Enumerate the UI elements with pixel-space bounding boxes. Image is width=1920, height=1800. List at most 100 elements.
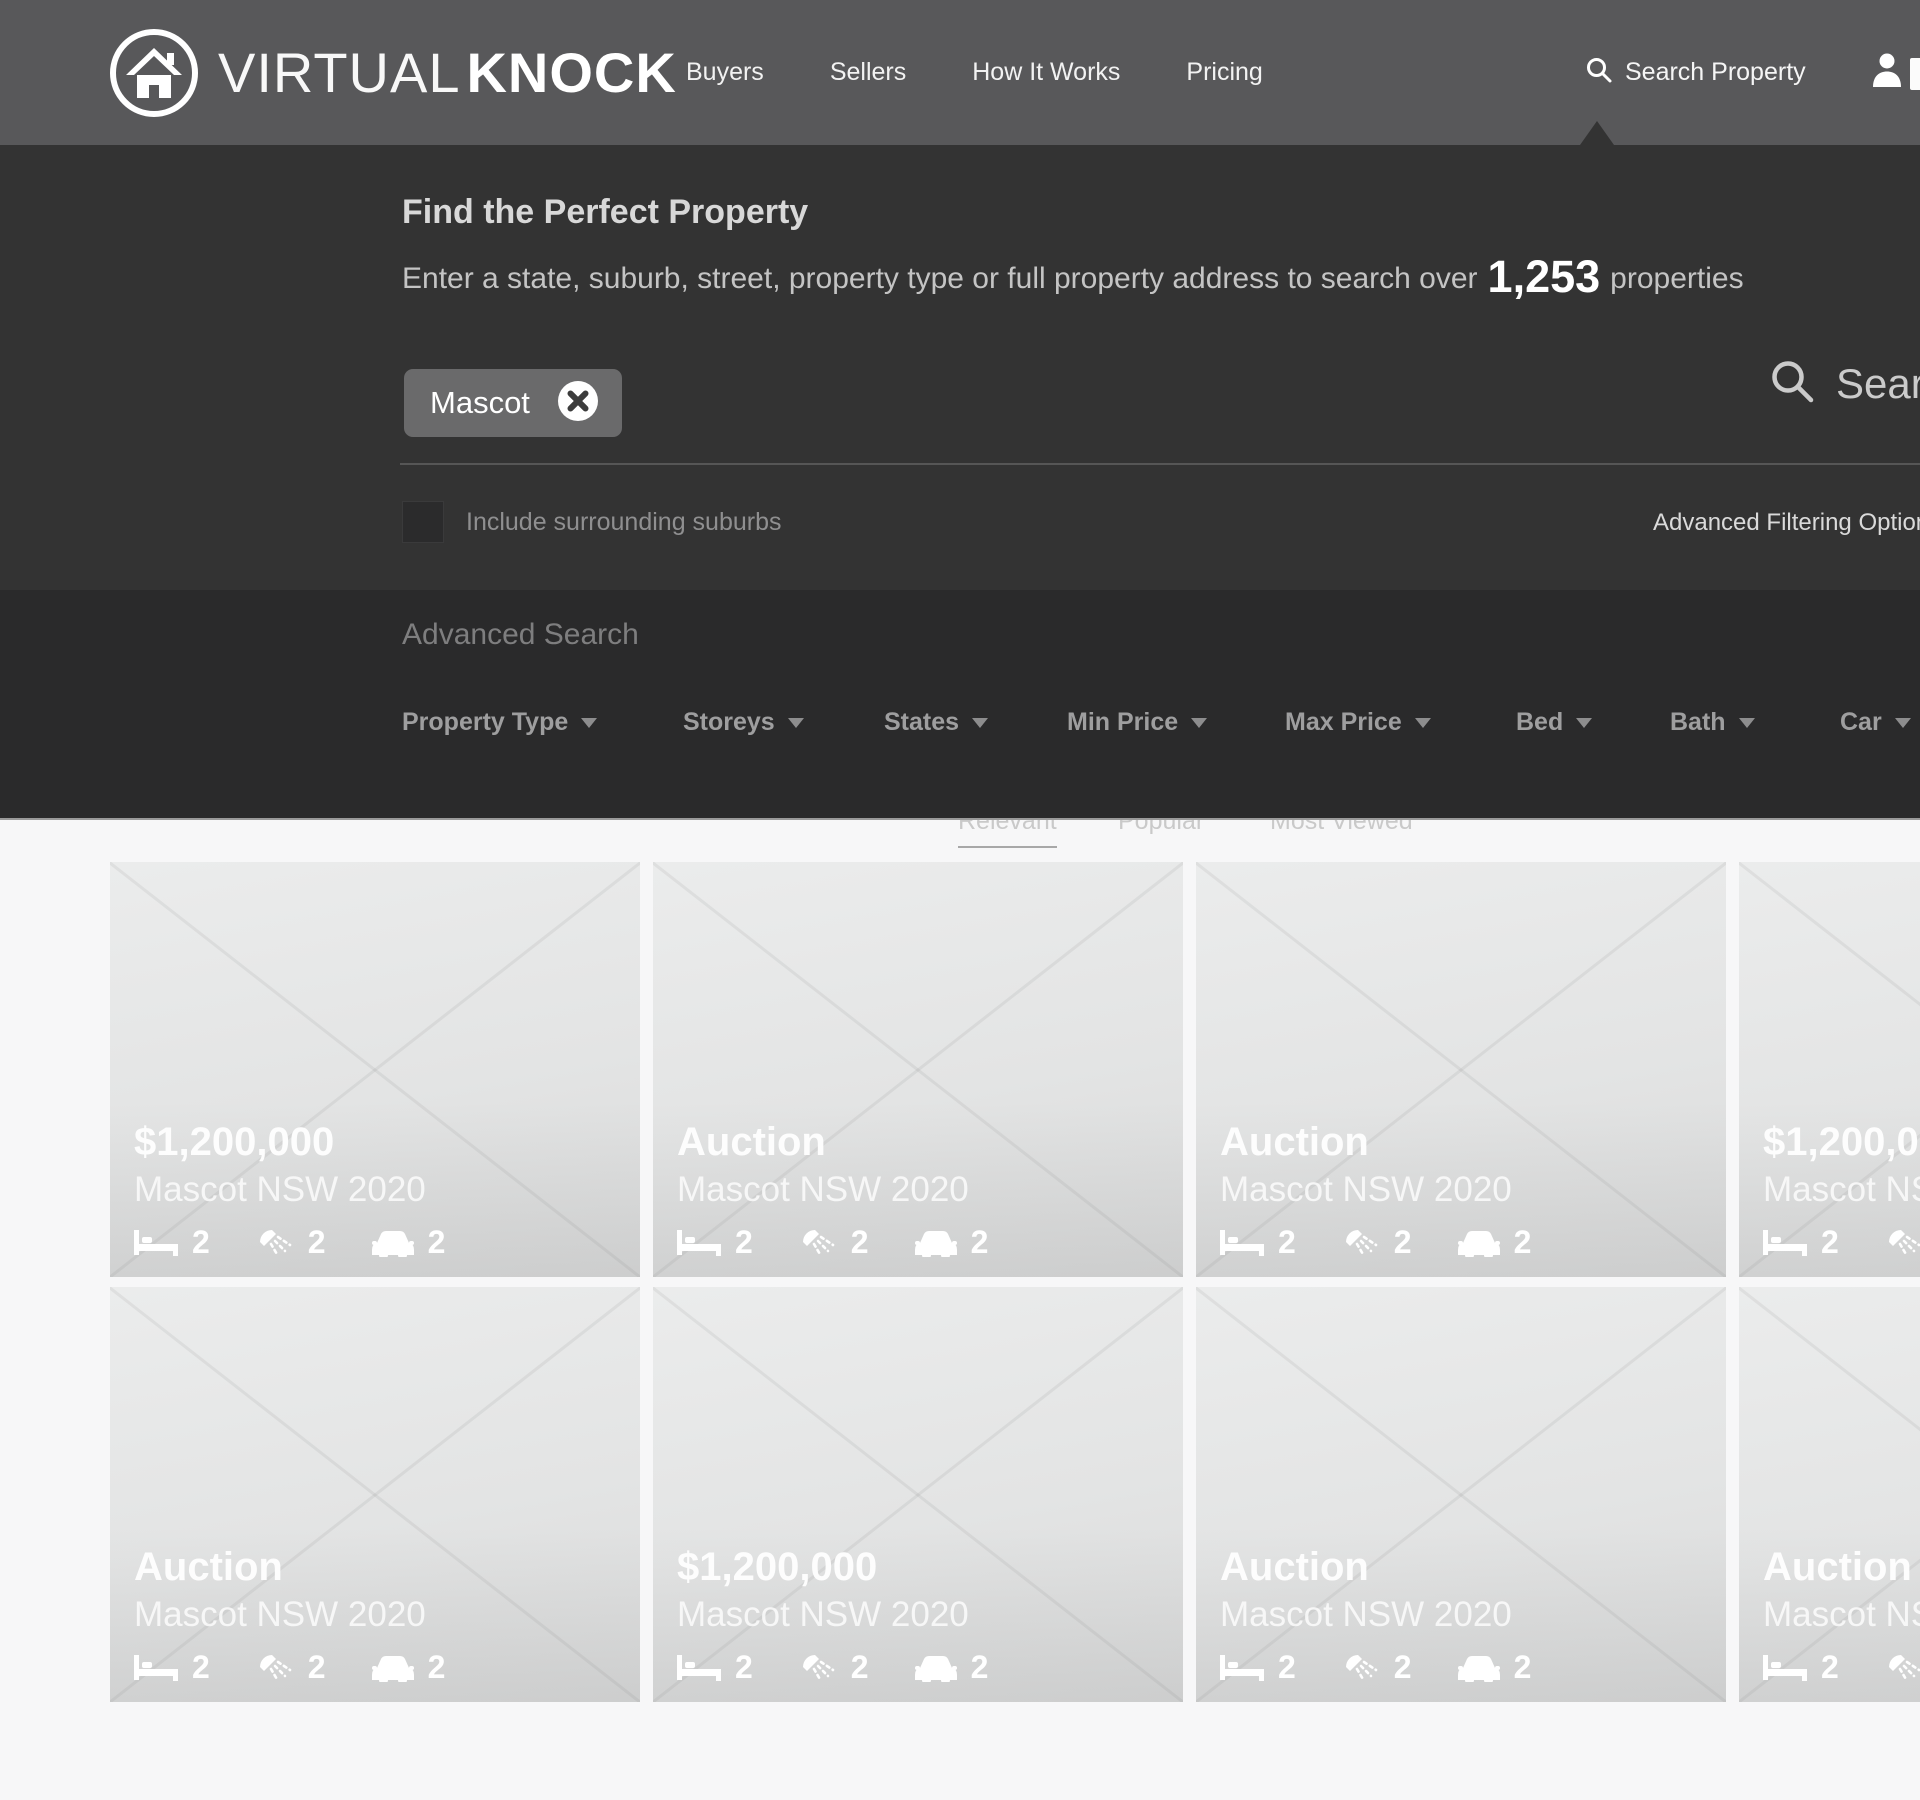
bed-stat: 2 xyxy=(1220,1649,1296,1686)
search-submit-icon xyxy=(1768,357,1816,410)
shower-icon xyxy=(1885,1227,1920,1259)
bath-count: 2 xyxy=(308,1649,326,1686)
car-stat: 2 xyxy=(372,1224,446,1261)
panel-title: Find the Perfect Property xyxy=(402,193,808,232)
bed-stat: 2 xyxy=(677,1224,753,1261)
filter-bed-label: Bed xyxy=(1516,708,1563,737)
include-surrounding-checkbox[interactable] xyxy=(402,501,444,543)
bed-stat: 2 xyxy=(677,1649,753,1686)
car-icon xyxy=(372,1229,414,1257)
shower-icon xyxy=(1885,1652,1920,1684)
nav-item-buyers[interactable]: Buyers xyxy=(686,58,764,87)
person-icon xyxy=(1872,52,1902,93)
car-count: 2 xyxy=(428,1649,446,1686)
filter-states-label: States xyxy=(884,708,959,737)
bed-icon xyxy=(134,1654,178,1682)
car-stat: 2 xyxy=(915,1224,989,1261)
car-icon xyxy=(915,1229,957,1257)
caret-down-icon xyxy=(972,718,988,728)
nav-item-how-it-works[interactable]: How It Works xyxy=(972,58,1120,87)
bed-count: 2 xyxy=(1278,1649,1296,1686)
filter-storeys[interactable]: Storeys xyxy=(683,708,804,737)
property-card[interactable]: Auction Mascot NSW 2020 2 2 2 xyxy=(1196,862,1726,1277)
filter-property-type-label: Property Type xyxy=(402,708,568,737)
card-stats: 2 2 2 xyxy=(134,1224,620,1261)
search-property-button[interactable]: Search Property xyxy=(1585,0,1806,145)
search-submit-button[interactable]: Search xyxy=(1768,357,1920,410)
filter-property-type[interactable]: Property Type xyxy=(402,708,597,737)
subtitle-suffix: properties xyxy=(1610,262,1743,295)
include-surrounding-row: Include surrounding suburbs xyxy=(402,501,781,543)
filter-max-price[interactable]: Max Price xyxy=(1285,708,1431,737)
search-tag-mascot[interactable]: Mascot xyxy=(404,369,622,437)
bed-count: 2 xyxy=(192,1224,210,1261)
card-overlay: $1,200,000 Mascot NSW 2020 2 2 2 xyxy=(110,1102,640,1277)
card-overlay: Auction Mascot NSW 2020 2 2 2 xyxy=(1196,1102,1726,1277)
card-address: Mascot NSW 2020 xyxy=(1220,1595,1706,1635)
subtitle-prefix: Enter a state, suburb, street, property … xyxy=(402,262,1478,295)
bed-count: 2 xyxy=(735,1224,753,1261)
bed-icon xyxy=(677,1229,721,1257)
shower-icon xyxy=(799,1652,837,1684)
card-price: Auction xyxy=(1763,1545,1920,1590)
advanced-search-title: Advanced Search xyxy=(402,618,639,652)
property-card[interactable]: Auction Mascot NSW 2020 2 2 2 xyxy=(1196,1287,1726,1702)
bed-count: 2 xyxy=(1821,1649,1839,1686)
card-price: Auction xyxy=(677,1120,1163,1165)
card-address: Mascot NSW 2020 xyxy=(1220,1170,1706,1210)
bed-stat: 2 xyxy=(1220,1224,1296,1261)
filter-states[interactable]: States xyxy=(884,708,988,737)
property-card[interactable]: Auction Mascot NSW 2020 2 2 2 xyxy=(110,1287,640,1702)
card-price: $1,200,000 xyxy=(134,1120,620,1165)
property-card[interactable]: $1,200,000 Mascot NSW 2020 2 2 2 xyxy=(1739,862,1920,1277)
card-address: Mascot NSW 2020 xyxy=(677,1170,1163,1210)
brand-name-light: VIRTUAL xyxy=(218,41,460,104)
advanced-filtering-link[interactable]: Advanced Filtering Options xyxy=(1653,509,1920,537)
search-tag-label: Mascot xyxy=(430,385,530,421)
filter-car[interactable]: Car xyxy=(1840,708,1911,737)
card-address: Mascot NSW 2020 xyxy=(134,1595,620,1635)
main-nav: Buyers Sellers How It Works Pricing xyxy=(686,0,1263,145)
property-card[interactable]: $1,200,000 Mascot NSW 2020 2 2 2 xyxy=(110,862,640,1277)
property-card[interactable]: Auction Mascot NSW 2020 2 2 2 xyxy=(653,862,1183,1277)
brand-logo[interactable]: VIRTUALKNOCK xyxy=(108,0,677,145)
car-icon xyxy=(1458,1229,1500,1257)
bed-icon xyxy=(677,1654,721,1682)
bed-icon xyxy=(1763,1229,1807,1257)
bath-count: 2 xyxy=(851,1224,869,1261)
car-stat: 2 xyxy=(1458,1649,1532,1686)
card-overlay: $1,200,000 Mascot NSW 2020 2 2 2 xyxy=(653,1527,1183,1702)
account-button[interactable] xyxy=(1872,0,1902,145)
caret-down-icon xyxy=(1415,718,1431,728)
caret-down-icon xyxy=(1895,718,1911,728)
car-count: 2 xyxy=(971,1224,989,1261)
brand-name-bold: KNOCK xyxy=(466,41,676,104)
car-count: 2 xyxy=(428,1224,446,1261)
card-overlay: Auction Mascot NSW 2020 2 2 2 xyxy=(110,1527,640,1702)
card-price: Auction xyxy=(1220,1120,1706,1165)
property-count: 1,253 xyxy=(1488,251,1601,302)
bath-stat: 2 xyxy=(256,1649,326,1686)
search-submit-label: Search xyxy=(1836,360,1920,408)
card-stats: 2 2 2 xyxy=(677,1224,1163,1261)
bath-count: 2 xyxy=(1394,1224,1412,1261)
nav-item-sellers[interactable]: Sellers xyxy=(830,58,906,87)
page: VIRTUALKNOCK Buyers Sellers How It Works… xyxy=(0,0,1920,1800)
property-card[interactable]: Auction Mascot NSW 2020 2 2 2 xyxy=(1739,1287,1920,1702)
nav-item-pricing[interactable]: Pricing xyxy=(1186,58,1262,87)
bed-icon xyxy=(134,1229,178,1257)
bath-count: 2 xyxy=(1394,1649,1412,1686)
property-card[interactable]: $1,200,000 Mascot NSW 2020 2 2 2 xyxy=(653,1287,1183,1702)
caret-down-icon xyxy=(788,718,804,728)
bed-stat: 2 xyxy=(1763,1224,1839,1261)
search-input-underline xyxy=(400,463,1920,465)
bed-count: 2 xyxy=(735,1649,753,1686)
card-price: Auction xyxy=(134,1545,620,1590)
caret-down-icon xyxy=(581,718,597,728)
filter-min-price[interactable]: Min Price xyxy=(1067,708,1207,737)
bed-stat: 2 xyxy=(134,1649,210,1686)
account-label-fragment[interactable] xyxy=(1910,58,1920,90)
filter-bed[interactable]: Bed xyxy=(1516,708,1592,737)
filter-bath[interactable]: Bath xyxy=(1670,708,1755,737)
remove-tag-icon[interactable] xyxy=(556,379,600,428)
